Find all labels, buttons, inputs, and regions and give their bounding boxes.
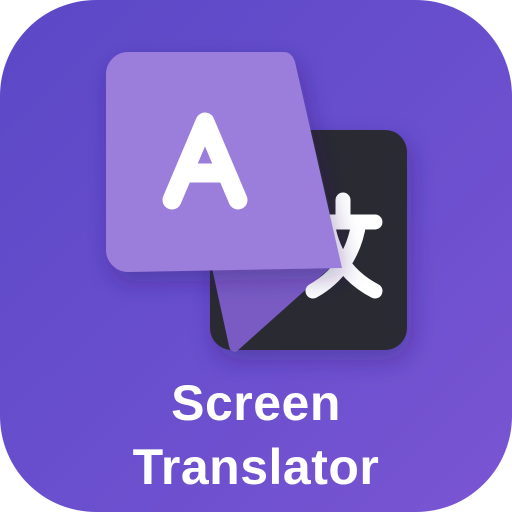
app-name-line-2: Translator xyxy=(132,439,380,495)
app-icon-tile[interactable]: Screen Translator xyxy=(0,0,512,512)
app-name-line-1: Screen xyxy=(171,375,341,431)
translate-icon xyxy=(106,52,407,352)
